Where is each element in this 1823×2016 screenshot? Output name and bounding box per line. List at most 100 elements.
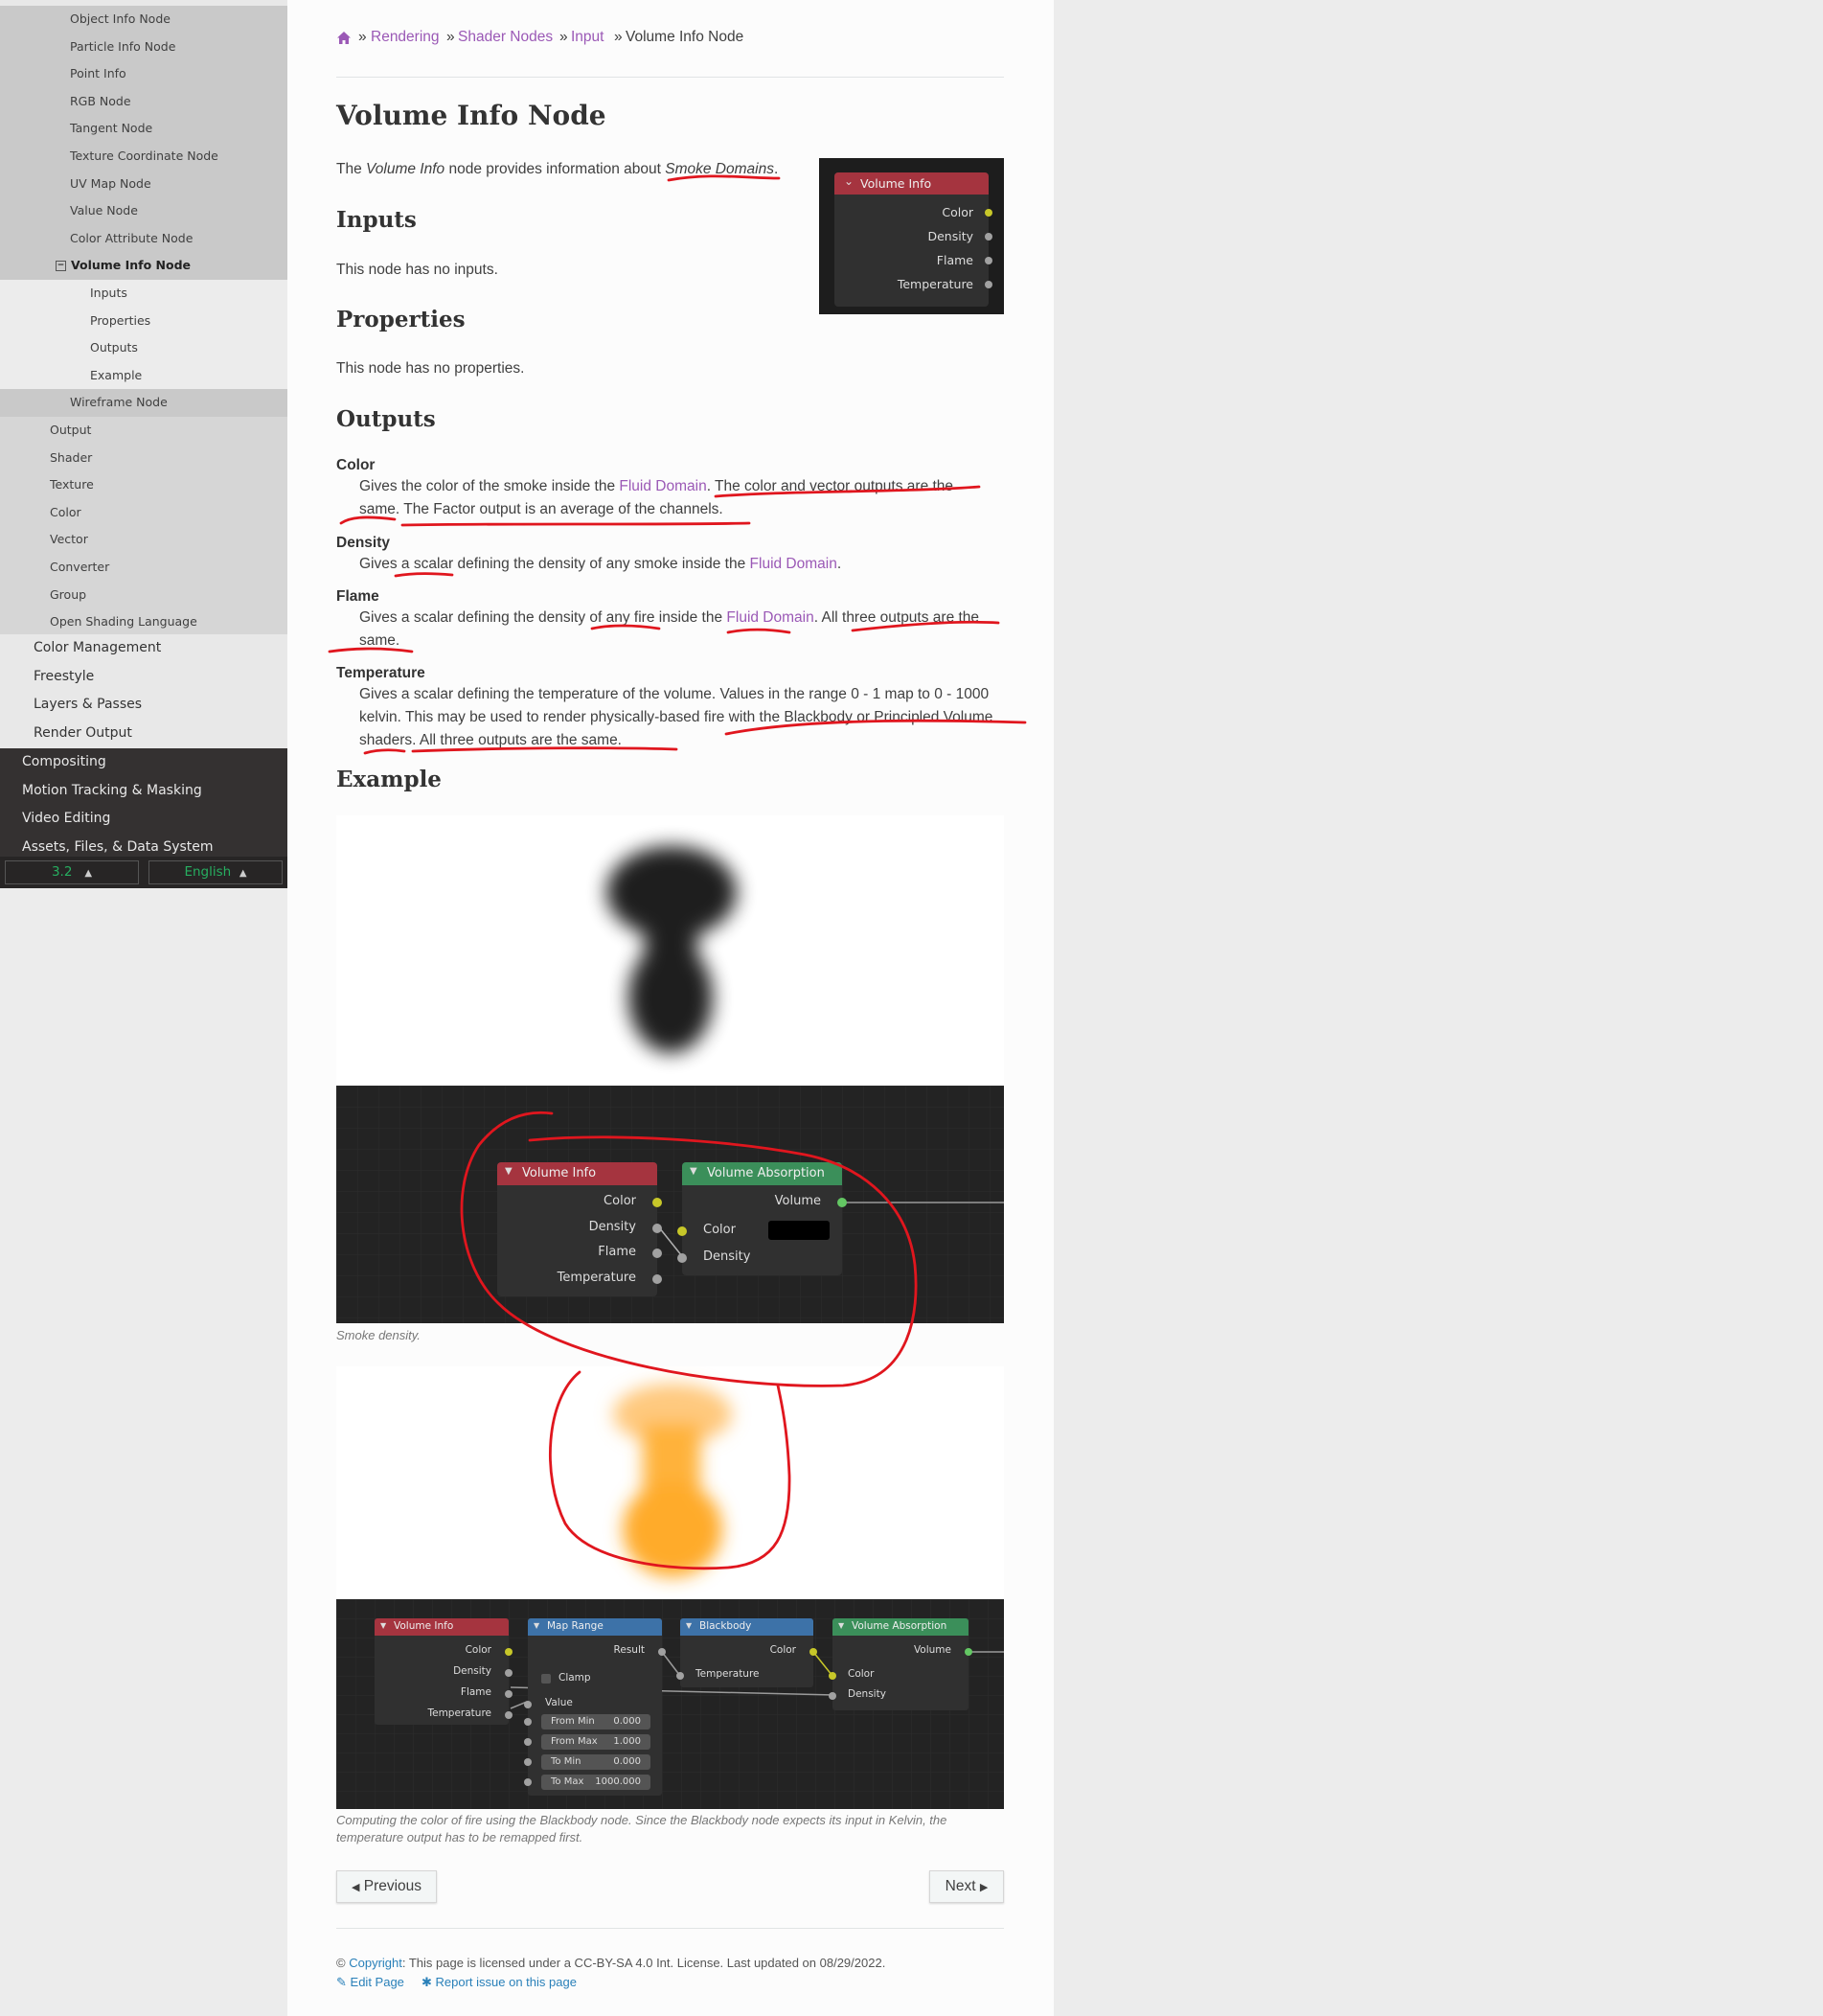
collapse-arrow-icon: ▼ [686, 1621, 693, 1630]
copyright-link[interactable]: Copyright [349, 1956, 402, 1970]
field-value: 1000.000 [595, 1776, 641, 1787]
sidebar-item-shader[interactable]: Shader [0, 444, 287, 472]
sidebar-item-output[interactable]: Output [0, 417, 287, 445]
intro-text: The [336, 161, 367, 177]
from-min-field[interactable]: From Min 0.000 [541, 1714, 650, 1730]
caption-line: Computing the color of fire using the Bl… [336, 1813, 947, 1827]
fluid-domain-link[interactable]: Fluid Domain [619, 478, 706, 494]
collapse-icon[interactable]: − [56, 261, 66, 272]
sidebar-item-color-management[interactable]: Color Management [0, 634, 287, 663]
sidebar-item-particle-info[interactable]: Particle Info Node [0, 33, 287, 61]
sidebar-item-motion-tracking[interactable]: Motion Tracking & Masking [0, 776, 287, 805]
output-term-color: Color [336, 457, 376, 473]
edit-page-link[interactable]: Edit Page [351, 1975, 404, 1989]
version-label: 3.2 [51, 864, 73, 880]
sidebar-item-tangent[interactable]: Tangent Node [0, 115, 287, 143]
sidebar-item-vector[interactable]: Vector [0, 526, 287, 554]
socket-dot [837, 1198, 847, 1207]
to-max-field[interactable]: To Max 1000.000 [541, 1775, 650, 1790]
footer-links: ✎ Edit Page ✱ Report issue on this page [336, 1975, 577, 1990]
sidebar-item-video-editing[interactable]: Video Editing [0, 805, 287, 834]
desc-text: . [836, 556, 842, 572]
intro-text: node provides information about [444, 161, 666, 177]
socket-label-color: Color [703, 1223, 736, 1237]
right-background [1054, 0, 1823, 2016]
sidebar-item-uv-map[interactable]: UV Map Node [0, 170, 287, 198]
socket-dot [676, 1672, 684, 1680]
sidebar-subitem-example[interactable]: Example [0, 361, 287, 390]
circle-arrow-left-icon: ◀ [351, 1882, 360, 1893]
sidebar-item-render-output[interactable]: Render Output [0, 719, 287, 747]
desc-text: Gives a scalar defining the temperature … [359, 686, 990, 702]
breadcrumb-rendering[interactable]: Rendering [371, 29, 440, 45]
sidebar-item-layers-passes[interactable]: Layers & Passes [0, 691, 287, 720]
sidebar-item-color-attribute[interactable]: Color Attribute Node [0, 224, 287, 253]
sidebar-item-point-info[interactable]: Point Info [0, 60, 287, 88]
sidebar-item-object-info[interactable]: Object Info Node [0, 6, 287, 34]
previous-label: Previous [363, 1878, 422, 1894]
page-title: Volume Info Node [336, 100, 606, 131]
socket-label-density: Density [848, 1688, 886, 1700]
volume-info-node-image: ⌄ Volume Info Color Density Flame Temper… [819, 158, 1004, 314]
desc-text: same. [359, 632, 400, 649]
field-label: To Min [551, 1756, 581, 1767]
version-selector[interactable]: 3.2 ▲ [5, 860, 139, 884]
socket-label-color: Color [848, 1668, 875, 1680]
sidebar-subitem-outputs[interactable]: Outputs [0, 334, 287, 362]
breadcrumb-shader-nodes[interactable]: Shader Nodes [458, 29, 553, 45]
socket-label-result: Result [613, 1644, 645, 1656]
breadcrumb-sep: » [559, 29, 568, 45]
desc-text: Gives the color of the smoke inside the [359, 478, 620, 494]
breadcrumb-sep: » [614, 29, 623, 45]
chevron-down-icon: ⌄ [844, 174, 855, 188]
clamp-checkbox[interactable] [541, 1674, 551, 1684]
breadcrumb-sep: » [358, 29, 367, 45]
sidebar-item-compositing[interactable]: Compositing [0, 748, 287, 777]
sidebar-item-value[interactable]: Value Node [0, 197, 287, 225]
socket-dot [677, 1226, 687, 1236]
socket-label-temperature: Temperature [695, 1668, 760, 1680]
breadcrumb-input[interactable]: Input [571, 29, 604, 45]
node-body: ⌄ Volume Info Color Density Flame Temper… [834, 172, 992, 307]
socket-dot [985, 281, 992, 288]
field-value: 0.000 [613, 1716, 641, 1727]
sidebar-item-rgb[interactable]: RGB Node [0, 87, 287, 116]
to-min-field[interactable]: To Min 0.000 [541, 1754, 650, 1770]
from-max-field[interactable]: From Max 1.000 [541, 1734, 650, 1750]
socket-dot [652, 1224, 662, 1233]
copyright-symbol: © [336, 1956, 346, 1970]
previous-button[interactable]: ◀ Previous [336, 1870, 437, 1903]
desc-text: Gives a scalar defining the density of a… [359, 609, 727, 626]
next-button[interactable]: Next ▶ [929, 1870, 1004, 1903]
volume-info-node: ▼ Volume Info Color Density Flame Temper… [375, 1618, 513, 1725]
node-header: ⌄ Volume Info [834, 172, 989, 195]
volume-absorption-node: ▼ Volume Absorption Volume Color Density [677, 1162, 847, 1275]
desc-text: . All three outputs are the [813, 609, 980, 626]
socket-dot [652, 1274, 662, 1284]
collapse-arrow-icon: ▼ [690, 1166, 697, 1177]
socket-dot [809, 1648, 817, 1656]
sidebar-item-wireframe[interactable]: Wireframe Node [0, 389, 287, 417]
sidebar-item-osl[interactable]: Open Shading Language [0, 608, 287, 636]
volume-absorption-node: ▼ Volume Absorption Volume Color Density [829, 1618, 972, 1710]
fluid-domain-link[interactable]: Fluid Domain [726, 609, 813, 626]
language-selector[interactable]: English ▲ [148, 860, 283, 884]
sidebar-item-volume-info-current[interactable]: − Volume Info Node [0, 252, 287, 280]
sidebar-subitem-properties[interactable]: Properties [0, 307, 287, 335]
socket-label-flame: Flame [598, 1245, 636, 1259]
sidebar-item-texture[interactable]: Texture [0, 471, 287, 499]
desc-text: shaders. All three outputs are the same. [359, 732, 622, 748]
sidebar-item-texture-coordinate[interactable]: Texture Coordinate Node [0, 143, 287, 171]
sidebar-item-converter[interactable]: Converter [0, 554, 287, 582]
sidebar-subitem-inputs[interactable]: Inputs [0, 280, 287, 308]
socket-dot [505, 1690, 513, 1698]
home-icon[interactable] [336, 31, 352, 45]
fire-color-node-graph: ▼ Volume Info Color Density Flame Temper… [336, 1599, 1004, 1809]
report-issue-link[interactable]: Report issue on this page [436, 1975, 577, 1989]
fluid-domain-link[interactable]: Fluid Domain [750, 556, 837, 572]
circle-arrow-right-icon: ▶ [979, 1882, 989, 1893]
sidebar-item-color[interactable]: Color [0, 498, 287, 527]
color-swatch[interactable] [768, 1221, 830, 1240]
sidebar-item-group[interactable]: Group [0, 581, 287, 609]
sidebar-item-freestyle[interactable]: Freestyle [0, 662, 287, 691]
